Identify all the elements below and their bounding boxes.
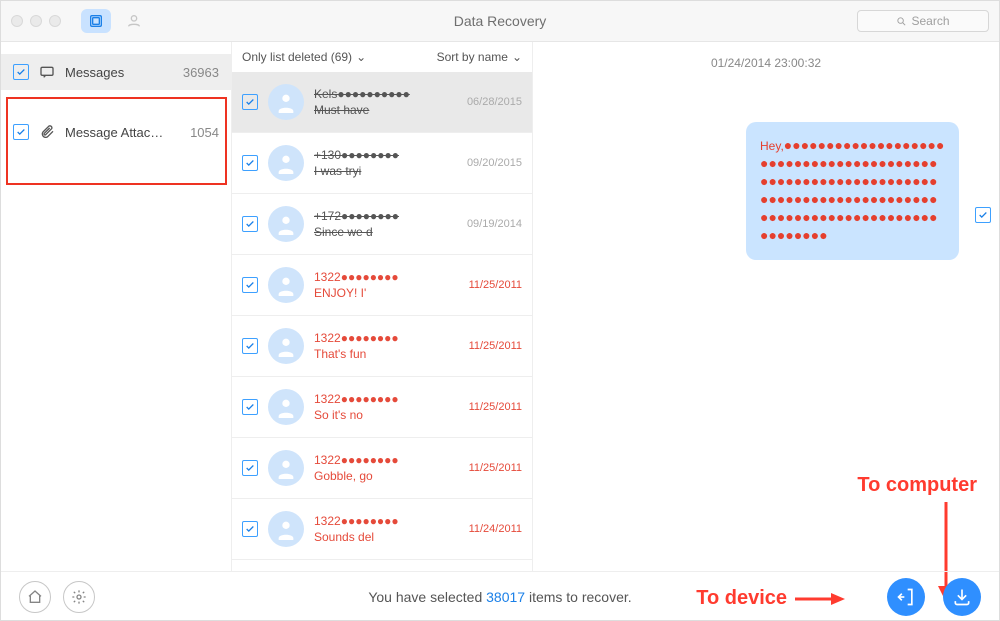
checkbox-icon[interactable]: [242, 155, 258, 171]
list-item[interactable]: +130●●●●●●●● I was tryi 09/20/2015: [232, 133, 532, 194]
checkbox-icon[interactable]: [13, 64, 29, 80]
sidebar-item-messages[interactable]: Messages 36963: [1, 54, 231, 90]
row-subtitle: Must have: [314, 103, 442, 117]
chevron-down-icon: ⌄: [512, 50, 522, 64]
search-icon: [896, 16, 907, 27]
conversation-panel: 01/24/2014 23:00:32 Hey,●●●●●●●●●●●●●●●●…: [533, 42, 999, 571]
row-subtitle: ENJOY! I': [314, 286, 442, 300]
row-title: 1322●●●●●●●●: [314, 392, 442, 406]
row-subtitle: Sounds del: [314, 530, 442, 544]
minimize-window[interactable]: [30, 15, 42, 27]
checkbox-icon[interactable]: [242, 277, 258, 293]
sort-dropdown[interactable]: Sort by name⌄: [437, 50, 522, 64]
bubble-redacted-text: ●●●●●●●●●●●●●●●●●●●●●●●●●●●●●●●●●●●●●●●●…: [760, 137, 944, 243]
checkbox-icon[interactable]: [242, 94, 258, 110]
annotation-to-computer: To computer: [857, 474, 977, 497]
row-title: 1322●●●●●●●●: [314, 514, 442, 528]
list-item[interactable]: 1322●●●●●●●● So it's no 11/25/2011: [232, 377, 532, 438]
row-date: 11/25/2011: [452, 462, 522, 474]
message-list[interactable]: Kels●●●●●●●●●● Must have 06/28/2015 +130●●●…: [232, 72, 532, 571]
row-subtitle: So it's no: [314, 408, 442, 422]
settings-button[interactable]: [63, 581, 95, 613]
row-date: 11/25/2011: [452, 340, 522, 352]
messages-icon: [39, 64, 55, 80]
row-date: 11/25/2011: [452, 279, 522, 291]
list-item[interactable]: +172●●●●●●●● Since we d 09/19/2014: [232, 194, 532, 255]
avatar: [268, 389, 304, 425]
selection-status: You have selected 38017 items to recover…: [1, 589, 999, 605]
user-mode-button[interactable]: [119, 9, 149, 33]
row-subtitle: That's fun: [314, 347, 442, 361]
recover-to-device-button[interactable]: [887, 578, 925, 616]
avatar: [268, 84, 304, 120]
message-bubble: Hey,●●●●●●●●●●●●●●●●●●●●●●●●●●●●●●●●●●●●…: [746, 122, 959, 260]
browse-mode-button[interactable]: [81, 9, 111, 33]
row-title: 1322●●●●●●●●: [314, 331, 442, 345]
search-input[interactable]: Search: [857, 10, 989, 32]
avatar: [268, 328, 304, 364]
sidebar-item-count: 36963: [183, 65, 219, 80]
checkbox-icon[interactable]: [242, 216, 258, 232]
bubble-text-prefix: Hey,: [760, 139, 784, 153]
row-date: 09/20/2015: [452, 157, 522, 169]
close-window[interactable]: [11, 15, 23, 27]
filter-deleted-dropdown[interactable]: Only list deleted (69)⌄: [242, 50, 366, 64]
sidebar: Messages 36963 Message Attac… 1054: [1, 42, 232, 571]
footer: You have selected 38017 items to recover…: [1, 571, 999, 621]
checkbox-icon[interactable]: [242, 399, 258, 415]
row-date: 11/25/2011: [452, 401, 522, 413]
sidebar-item-label: Messages: [65, 65, 173, 80]
list-item[interactable]: 1322●●●●●●●● ENJOY! I' 11/25/2011: [232, 255, 532, 316]
row-date: 09/19/2014: [452, 218, 522, 230]
home-button[interactable]: [19, 581, 51, 613]
checkbox-icon[interactable]: [242, 460, 258, 476]
row-subtitle: I was tryi: [314, 164, 442, 178]
message-list-panel: Only list deleted (69)⌄ Sort by name⌄ Ke…: [232, 42, 533, 571]
chevron-down-icon: ⌄: [356, 50, 366, 64]
row-date: 11/24/2011: [452, 523, 522, 535]
list-item[interactable]: 1322●●●●●●●● Gobble, go 11/25/2011: [232, 438, 532, 499]
window-title: Data Recovery: [1, 13, 999, 29]
window-controls: [11, 15, 61, 27]
avatar: [268, 511, 304, 547]
row-subtitle: Since we d: [314, 225, 442, 239]
avatar: [268, 145, 304, 181]
avatar: [268, 267, 304, 303]
zoom-window[interactable]: [49, 15, 61, 27]
list-item[interactable]: 1322●●●●●●●● That's fun 11/25/2011: [232, 316, 532, 377]
row-title: +172●●●●●●●●: [314, 209, 442, 223]
list-item[interactable]: 1322●●●●●●●● Sounds del 11/24/2011: [232, 499, 532, 560]
row-subtitle: Gobble, go: [314, 469, 442, 483]
row-title: 1322●●●●●●●●: [314, 270, 442, 284]
annotation-highlight-box: [6, 97, 227, 185]
annotation-to-device: To device: [696, 587, 845, 610]
checkbox-icon[interactable]: [242, 521, 258, 537]
titlebar: Data Recovery Search: [1, 1, 999, 42]
row-date: 06/28/2015: [452, 96, 522, 108]
row-title: +130●●●●●●●●: [314, 148, 442, 162]
avatar: [268, 450, 304, 486]
list-item[interactable]: Kels●●●●●●●●●● Must have 06/28/2015: [232, 72, 532, 133]
search-placeholder: Search: [911, 14, 949, 28]
checkbox-icon[interactable]: [242, 338, 258, 354]
message-checkbox[interactable]: [975, 207, 991, 223]
conversation-timestamp: 01/24/2014 23:00:32: [533, 56, 999, 70]
avatar: [268, 206, 304, 242]
annotation-arrow-right: [795, 589, 845, 609]
row-title: 1322●●●●●●●●: [314, 453, 442, 467]
recover-to-computer-button[interactable]: [943, 578, 981, 616]
row-title: Kels●●●●●●●●●●: [314, 87, 442, 101]
